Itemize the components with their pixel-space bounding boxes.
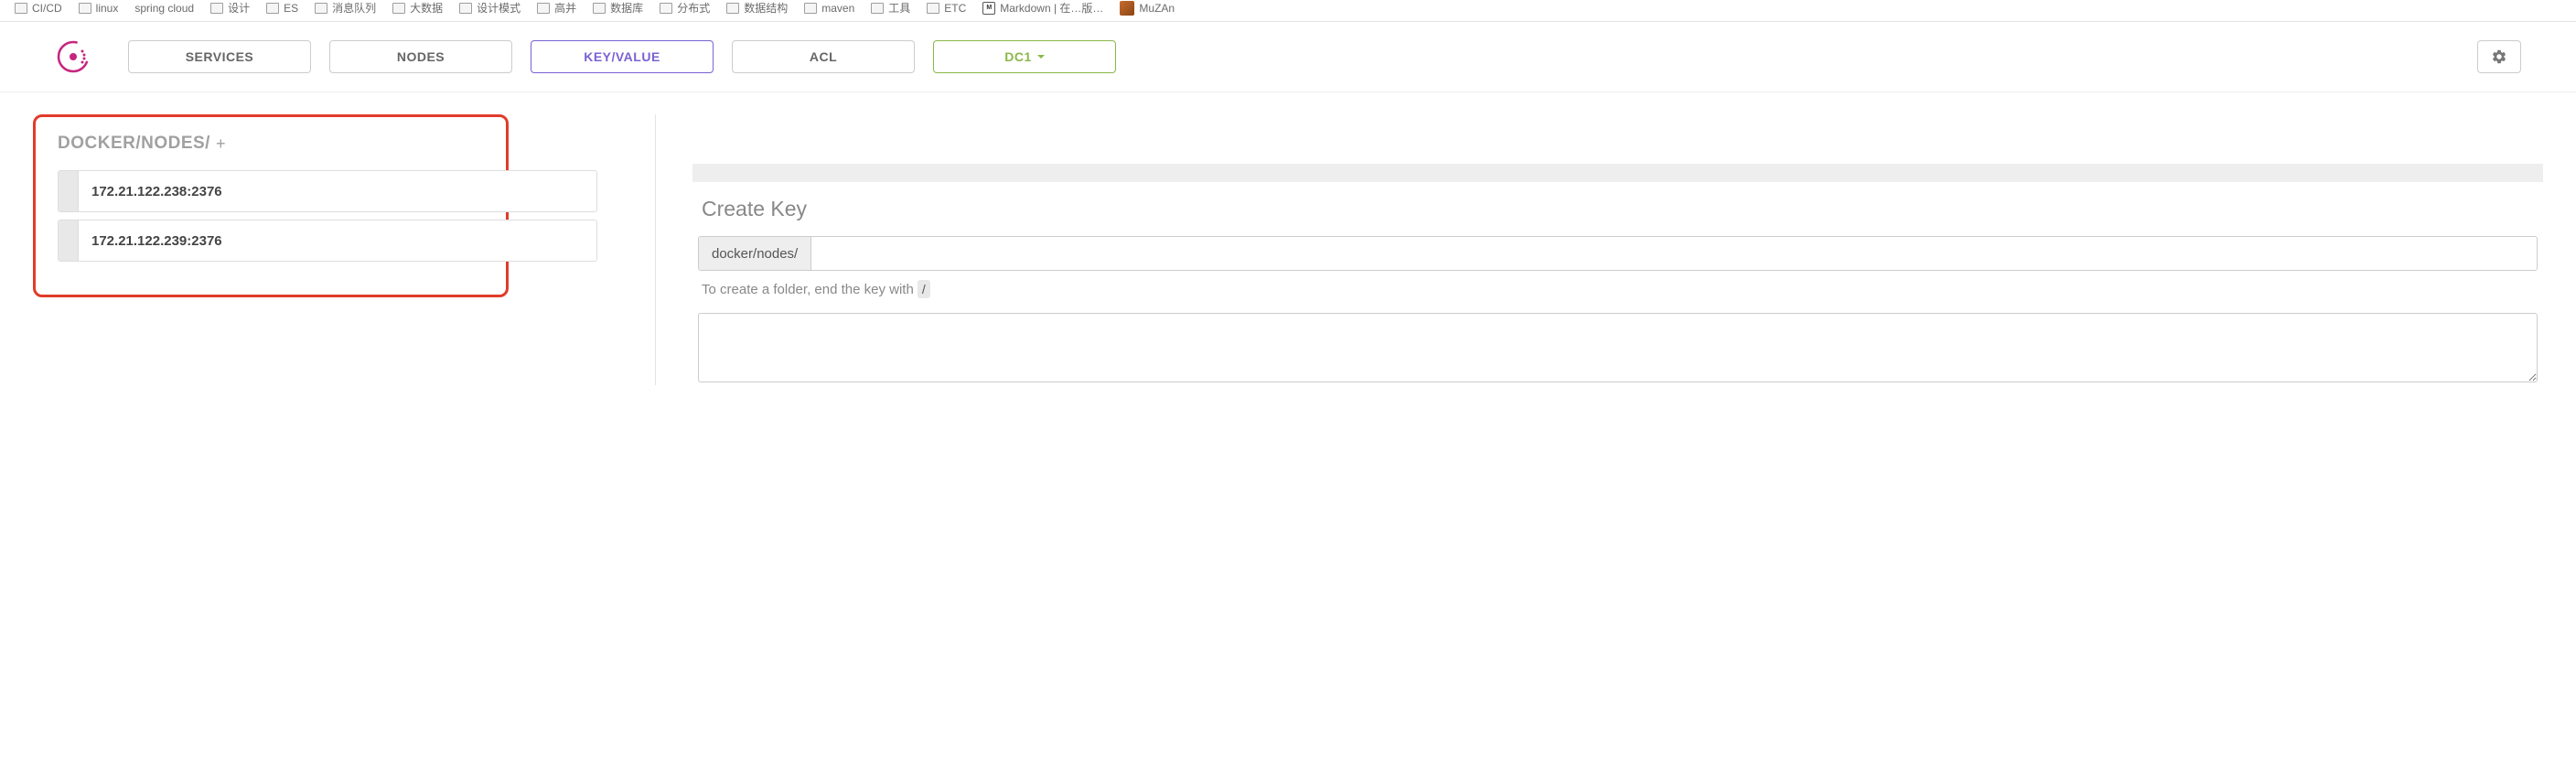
bookmark-item[interactable]: 分布式	[660, 0, 710, 16]
nav-acl-button[interactable]: ACL	[732, 40, 915, 73]
folder-icon	[593, 3, 606, 14]
key-list-panel: DOCKER/NODES/ + 172.21.122.238:2376 172.…	[33, 114, 618, 385]
key-prefix-label: docker/nodes/	[699, 237, 811, 270]
settings-button[interactable]	[2477, 40, 2521, 73]
nav-label: NODES	[397, 49, 445, 64]
key-item[interactable]: 172.21.122.239:2376	[58, 220, 597, 262]
help-text-label: To create a folder, end the key with	[702, 282, 914, 297]
bookmark-item[interactable]: 设计	[210, 0, 250, 16]
bookmark-item[interactable]: 设计模式	[459, 0, 521, 16]
bookmark-label: spring cloud	[134, 2, 194, 15]
key-item-tab-icon	[59, 220, 79, 261]
bookmark-item[interactable]: 数据结构	[726, 0, 788, 16]
bookmark-label: 高并	[554, 0, 576, 16]
bookmark-label: maven	[821, 2, 854, 15]
folder-icon	[392, 3, 405, 14]
bookmark-bar: CI/CD linux spring cloud 设计 ES 消息队列 大数据 …	[0, 0, 2576, 22]
bookmark-item[interactable]: CI/CD	[15, 2, 62, 15]
bookmark-item[interactable]: ES	[266, 2, 298, 15]
key-list: 172.21.122.238:2376 172.21.122.239:2376	[58, 170, 597, 262]
bookmark-label: Markdown | 在…版…	[1000, 0, 1103, 16]
nav-label: SERVICES	[186, 49, 254, 64]
key-name-input[interactable]	[811, 237, 2537, 270]
key-item-label: 172.21.122.238:2376	[79, 184, 222, 199]
bookmark-item[interactable]: 数据库	[593, 0, 643, 16]
bookmark-label: 消息队列	[332, 0, 376, 16]
create-key-panel: Create Key docker/nodes/ To create a fol…	[692, 114, 2543, 385]
key-input-group: docker/nodes/	[698, 236, 2538, 271]
bookmark-item[interactable]: linux	[79, 2, 119, 15]
folder-icon	[315, 3, 327, 14]
bookmark-item[interactable]: 工具	[871, 0, 910, 16]
nav-label: KEY/VALUE	[584, 49, 660, 64]
folder-icon	[804, 3, 817, 14]
folder-icon	[266, 3, 279, 14]
bookmark-label: CI/CD	[32, 2, 62, 15]
nav-keyvalue-button[interactable]: KEY/VALUE	[531, 40, 714, 73]
folder-icon	[210, 3, 223, 14]
highlight-annotation: DOCKER/NODES/ + 172.21.122.238:2376 172.…	[33, 114, 509, 297]
chevron-down-icon	[1037, 55, 1045, 59]
bookmark-item[interactable]: 高并	[537, 0, 576, 16]
avatar-icon	[1120, 1, 1134, 16]
folder-icon	[79, 3, 91, 14]
bookmark-item-markdown[interactable]: M Markdown | 在…版…	[982, 0, 1103, 16]
nav-dc-dropdown[interactable]: DC1	[933, 40, 1116, 73]
folder-icon	[726, 3, 739, 14]
key-item[interactable]: 172.21.122.238:2376	[58, 170, 597, 212]
bookmark-label: 设计模式	[477, 0, 521, 16]
slash-badge: /	[918, 280, 930, 298]
bookmark-label: 数据结构	[744, 0, 788, 16]
bookmark-item-user[interactable]: MuZAn	[1120, 1, 1175, 16]
add-key-plus-button[interactable]: +	[216, 134, 226, 154]
bookmark-label: 分布式	[677, 0, 710, 16]
panel-title: Create Key	[692, 197, 2543, 236]
markdown-icon: M	[982, 2, 995, 15]
nav-label: ACL	[810, 49, 837, 64]
bookmark-label: ETC	[944, 2, 966, 15]
bookmark-label: 数据库	[610, 0, 643, 16]
folder-icon	[459, 3, 472, 14]
folder-icon	[537, 3, 550, 14]
bookmark-label: 大数据	[410, 0, 443, 16]
consul-logo-icon	[55, 38, 91, 75]
help-text: To create a folder, end the key with /	[692, 271, 2543, 307]
bookmark-label: linux	[96, 2, 119, 15]
bookmark-label: 设计	[228, 0, 250, 16]
nav-nodes-button[interactable]: NODES	[329, 40, 512, 73]
folder-icon	[927, 3, 939, 14]
gear-icon	[2491, 48, 2507, 65]
bookmark-label: 工具	[888, 0, 910, 16]
panel-header-bar	[692, 164, 2543, 182]
folder-icon	[871, 3, 884, 14]
key-item-label: 172.21.122.239:2376	[79, 233, 222, 249]
folder-icon	[15, 3, 27, 14]
folder-icon	[660, 3, 672, 14]
bookmark-item[interactable]: maven	[804, 2, 854, 15]
bookmark-item[interactable]: 消息队列	[315, 0, 376, 16]
divider	[655, 114, 656, 385]
breadcrumb-path[interactable]: DOCKER/NODES/	[58, 134, 210, 154]
bookmark-label: ES	[284, 2, 298, 15]
nav-services-button[interactable]: SERVICES	[128, 40, 311, 73]
nav-label: DC1	[1004, 49, 1032, 64]
key-item-tab-icon	[59, 171, 79, 211]
bookmark-item[interactable]: spring cloud	[134, 2, 194, 15]
bookmark-item[interactable]: ETC	[927, 2, 966, 15]
bookmark-item[interactable]: 大数据	[392, 0, 443, 16]
main-content: DOCKER/NODES/ + 172.21.122.238:2376 172.…	[0, 92, 2576, 385]
breadcrumb: DOCKER/NODES/ +	[58, 134, 484, 154]
top-nav: SERVICES NODES KEY/VALUE ACL DC1	[0, 22, 2576, 92]
key-value-textarea[interactable]	[698, 313, 2538, 382]
bookmark-label: MuZAn	[1139, 2, 1175, 15]
